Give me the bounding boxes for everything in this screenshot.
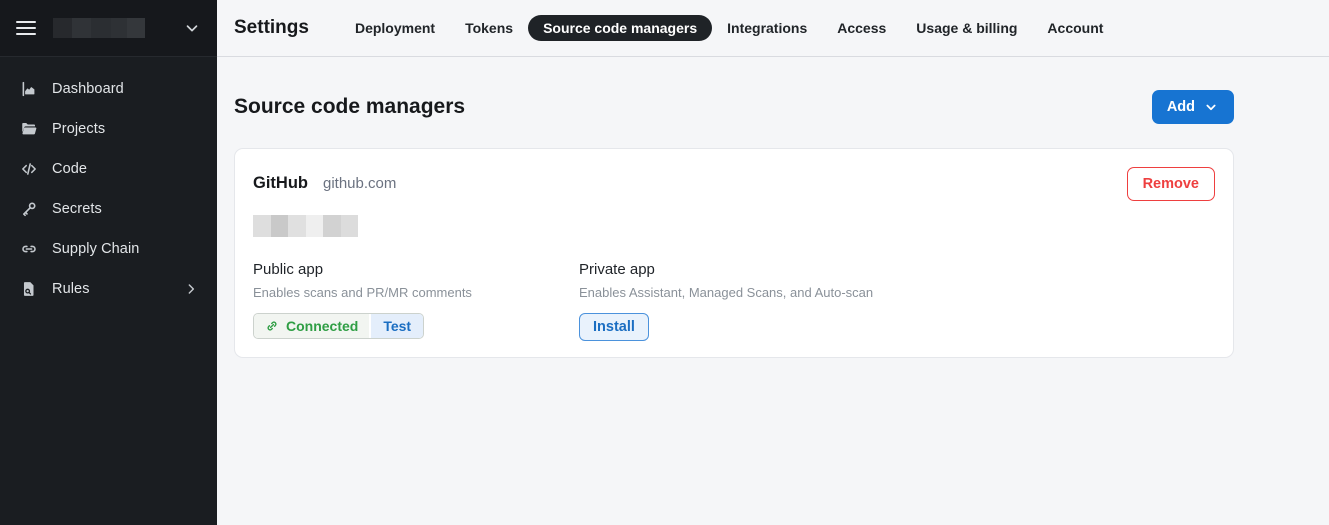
tab-account[interactable]: Account <box>1032 15 1118 41</box>
hamburger-menu-icon[interactable] <box>16 21 36 35</box>
content: Source code managers Add GitHub github.c… <box>217 57 1329 358</box>
test-button[interactable]: Test <box>369 314 423 338</box>
page-heading: Source code managers <box>234 95 465 119</box>
page-title: Settings <box>234 17 309 39</box>
private-app-title: Private app <box>579 261 873 278</box>
public-app-description: Enables scans and PR/MR comments <box>253 285 579 300</box>
add-button[interactable]: Add <box>1152 90 1234 124</box>
sidebar-item-label: Secrets <box>52 201 102 217</box>
provider-host: github.com <box>323 175 396 192</box>
sidebar-item-code[interactable]: Code <box>0 149 217 189</box>
org-switcher-chevron-down-icon[interactable] <box>183 19 201 37</box>
tab-tokens[interactable]: Tokens <box>450 15 528 41</box>
tab-access[interactable]: Access <box>822 15 901 41</box>
provider-name: GitHub <box>253 174 308 193</box>
code-icon <box>20 160 38 178</box>
chevron-right-icon <box>183 281 199 297</box>
projects-folder-icon <box>20 120 38 138</box>
sidebar-item-label: Rules <box>52 281 90 297</box>
public-app-section: Public app Enables scans and PR/MR comme… <box>253 261 579 341</box>
tab-integrations[interactable]: Integrations <box>712 15 822 41</box>
tab-usage-billing[interactable]: Usage & billing <box>901 15 1032 41</box>
private-app-description: Enables Assistant, Managed Scans, and Au… <box>579 285 873 300</box>
public-app-title: Public app <box>253 261 579 278</box>
main-area: Settings Deployment Tokens Source code m… <box>217 0 1329 525</box>
settings-header: Settings Deployment Tokens Source code m… <box>217 0 1329 57</box>
sidebar-item-secrets[interactable]: Secrets <box>0 189 217 229</box>
rules-document-icon <box>20 280 38 298</box>
link-icon <box>262 316 282 336</box>
key-icon <box>20 200 38 218</box>
sidebar-item-label: Supply Chain <box>52 241 139 257</box>
app-root: Dashboard Projects <box>0 0 1329 525</box>
sidebar-item-dashboard[interactable]: Dashboard <box>0 69 217 109</box>
sidebar-header <box>0 0 217 57</box>
sidebar-item-projects[interactable]: Projects <box>0 109 217 149</box>
tab-source-code-managers[interactable]: Source code managers <box>528 15 712 41</box>
private-app-section: Private app Enables Assistant, Managed S… <box>579 261 873 341</box>
settings-tabs: Deployment Tokens Source code managers I… <box>340 15 1118 41</box>
sidebar-item-label: Projects <box>52 121 105 137</box>
install-button[interactable]: Install <box>579 313 649 341</box>
remove-button[interactable]: Remove <box>1127 167 1215 201</box>
redacted-text <box>253 215 1215 237</box>
sidebar-nav: Dashboard Projects <box>0 57 217 309</box>
sidebar-item-rules[interactable]: Rules <box>0 269 217 309</box>
connection-status-group: Connected Test <box>253 313 424 339</box>
chain-link-icon <box>20 240 38 258</box>
sidebar-item-label: Dashboard <box>52 81 124 97</box>
dashboard-chart-icon <box>20 80 38 98</box>
org-name-redacted <box>53 18 145 38</box>
chevron-down-icon <box>1203 99 1219 115</box>
sidebar-item-supply-chain[interactable]: Supply Chain <box>0 229 217 269</box>
tab-deployment[interactable]: Deployment <box>340 15 450 41</box>
status-badge: Connected <box>254 314 369 338</box>
sidebar-item-label: Code <box>52 161 87 177</box>
sidebar: Dashboard Projects <box>0 0 217 525</box>
github-manager-card: GitHub github.com Remove Public app Enab… <box>234 148 1234 358</box>
